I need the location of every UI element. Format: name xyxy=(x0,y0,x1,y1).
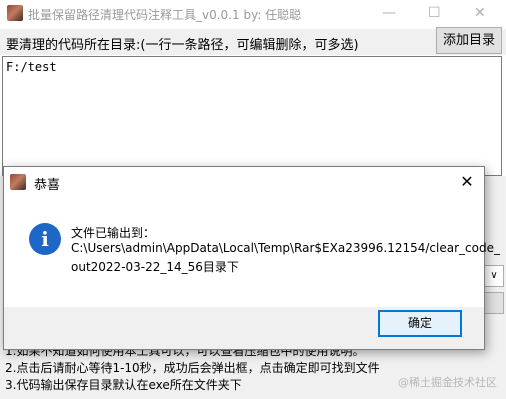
watermark: @稀土掘金技术社区 xyxy=(398,376,497,389)
path-textarea[interactable]: F:/test xyxy=(2,56,502,176)
message-dialog: 恭喜 ✕ i 文件已输出到： C:\Users\admin\AppData\Lo… xyxy=(3,166,500,350)
dialog-message-line-1: 文件已输出到： xyxy=(71,226,156,240)
dialog-message-line-3: out2022-03-22_14_56目录下 xyxy=(71,260,239,274)
add-directory-button[interactable]: 添加目录 xyxy=(436,27,502,54)
dialog-message-line-2: C:\Users\admin\AppData\Local\Temp\Rar$EX… xyxy=(71,241,500,255)
chevron-down-icon[interactable]: ∨ xyxy=(484,265,504,287)
label-bar: 要清理的代码所在目录:(一行一条路径，可编辑删除，可多选) xyxy=(0,29,506,55)
dir-label: 要清理的代码所在目录:(一行一条路径，可编辑删除，可多选) xyxy=(6,38,359,53)
dialog-titlebar: 恭喜 ✕ xyxy=(4,167,484,197)
dialog-app-icon xyxy=(10,174,26,190)
minimize-icon[interactable]: — xyxy=(382,5,396,21)
ok-button[interactable]: 确定 xyxy=(378,310,462,337)
path-text: F:/test xyxy=(6,60,57,74)
main-window-title: 批量保留路径清理代码注释工具_v0.0.1 by: 任聪聪 xyxy=(28,8,302,22)
help-line-3: 3.代码输出保存目录默认在exe所在文件夹下 xyxy=(5,378,242,392)
main-action-button[interactable] xyxy=(484,292,504,314)
close-icon[interactable]: ✕ xyxy=(474,5,486,21)
info-icon: i xyxy=(29,223,61,255)
screen: 批量保留路径清理代码注释工具_v0.0.1 by: 任聪聪 — ☐ ✕ 要清理的… xyxy=(0,0,506,399)
app-icon xyxy=(7,5,23,21)
help-line-2: 2.点击后请耐心等待1-10秒，成功后会弹出框，点击确定即可找到文件 xyxy=(5,361,380,375)
dialog-close-icon[interactable]: ✕ xyxy=(456,171,478,193)
dialog-content: i 文件已输出到： C:\Users\admin\AppData\Local\T… xyxy=(4,197,500,307)
dialog-title: 恭喜 xyxy=(34,178,61,193)
main-titlebar: 批量保留路径清理代码注释工具_v0.0.1 by: 任聪聪 — ☐ ✕ xyxy=(0,0,506,27)
maximize-icon[interactable]: ☐ xyxy=(428,5,441,21)
